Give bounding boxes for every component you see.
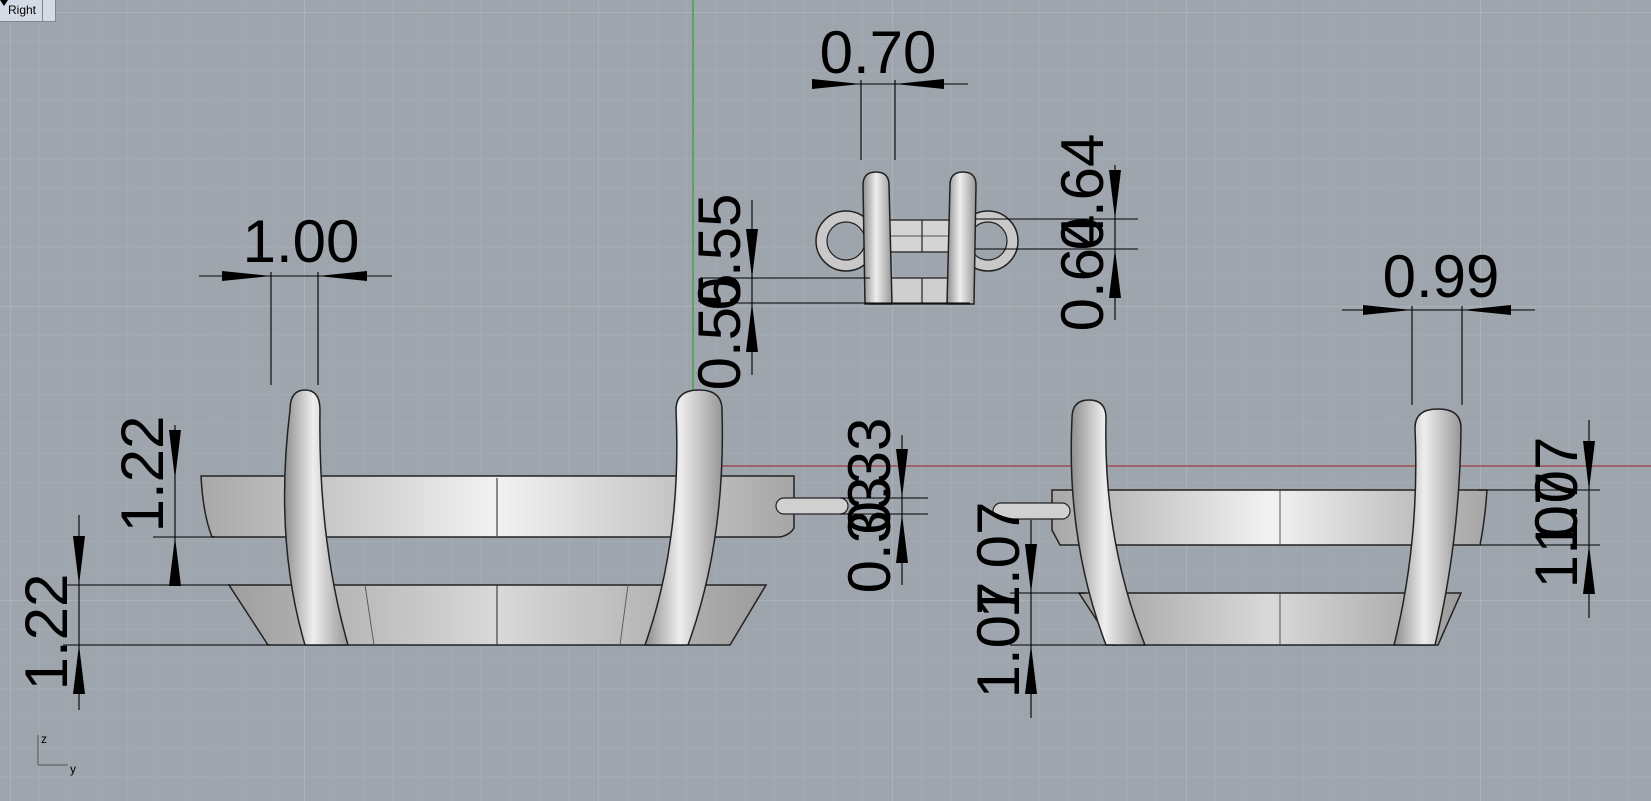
dimension-right-width[interactable]: 0.99 (1383, 243, 1500, 310)
dimension-left-upper[interactable]: 1.22 (109, 416, 176, 533)
viewport-canvas[interactable]: 0.70 0.64 0.64 0.55 0.55 1.00 1.22 1.22 … (0, 0, 1651, 801)
dimension-left-lower[interactable]: 1.22 (13, 574, 80, 691)
axis-y-label: y (70, 762, 76, 776)
dimension-top-left-lower[interactable]: 0.55 (686, 274, 753, 391)
dimension-right-left-lower[interactable]: 1.07 (965, 582, 1032, 699)
dimension-left-width[interactable]: 1.00 (243, 208, 360, 275)
viewport-title-tab[interactable]: Right (0, 0, 57, 22)
right-viewport[interactable]: 0.70 0.64 0.64 0.55 0.55 1.00 1.22 1.22 … (0, 0, 1651, 801)
dimension-top-right-lower[interactable]: 0.64 (1049, 215, 1116, 332)
dimension-middle-lower[interactable]: 0.33 (836, 477, 903, 594)
dimension-top-width[interactable]: 0.70 (820, 19, 937, 86)
viewport-menu-button[interactable] (0, 0, 55, 21)
grid-major (0, 0, 1651, 801)
dimension-right-lower[interactable]: 1.07 (1523, 472, 1590, 589)
triangle-down-icon (0, 0, 8, 6)
axis-z-label: z (41, 732, 47, 746)
